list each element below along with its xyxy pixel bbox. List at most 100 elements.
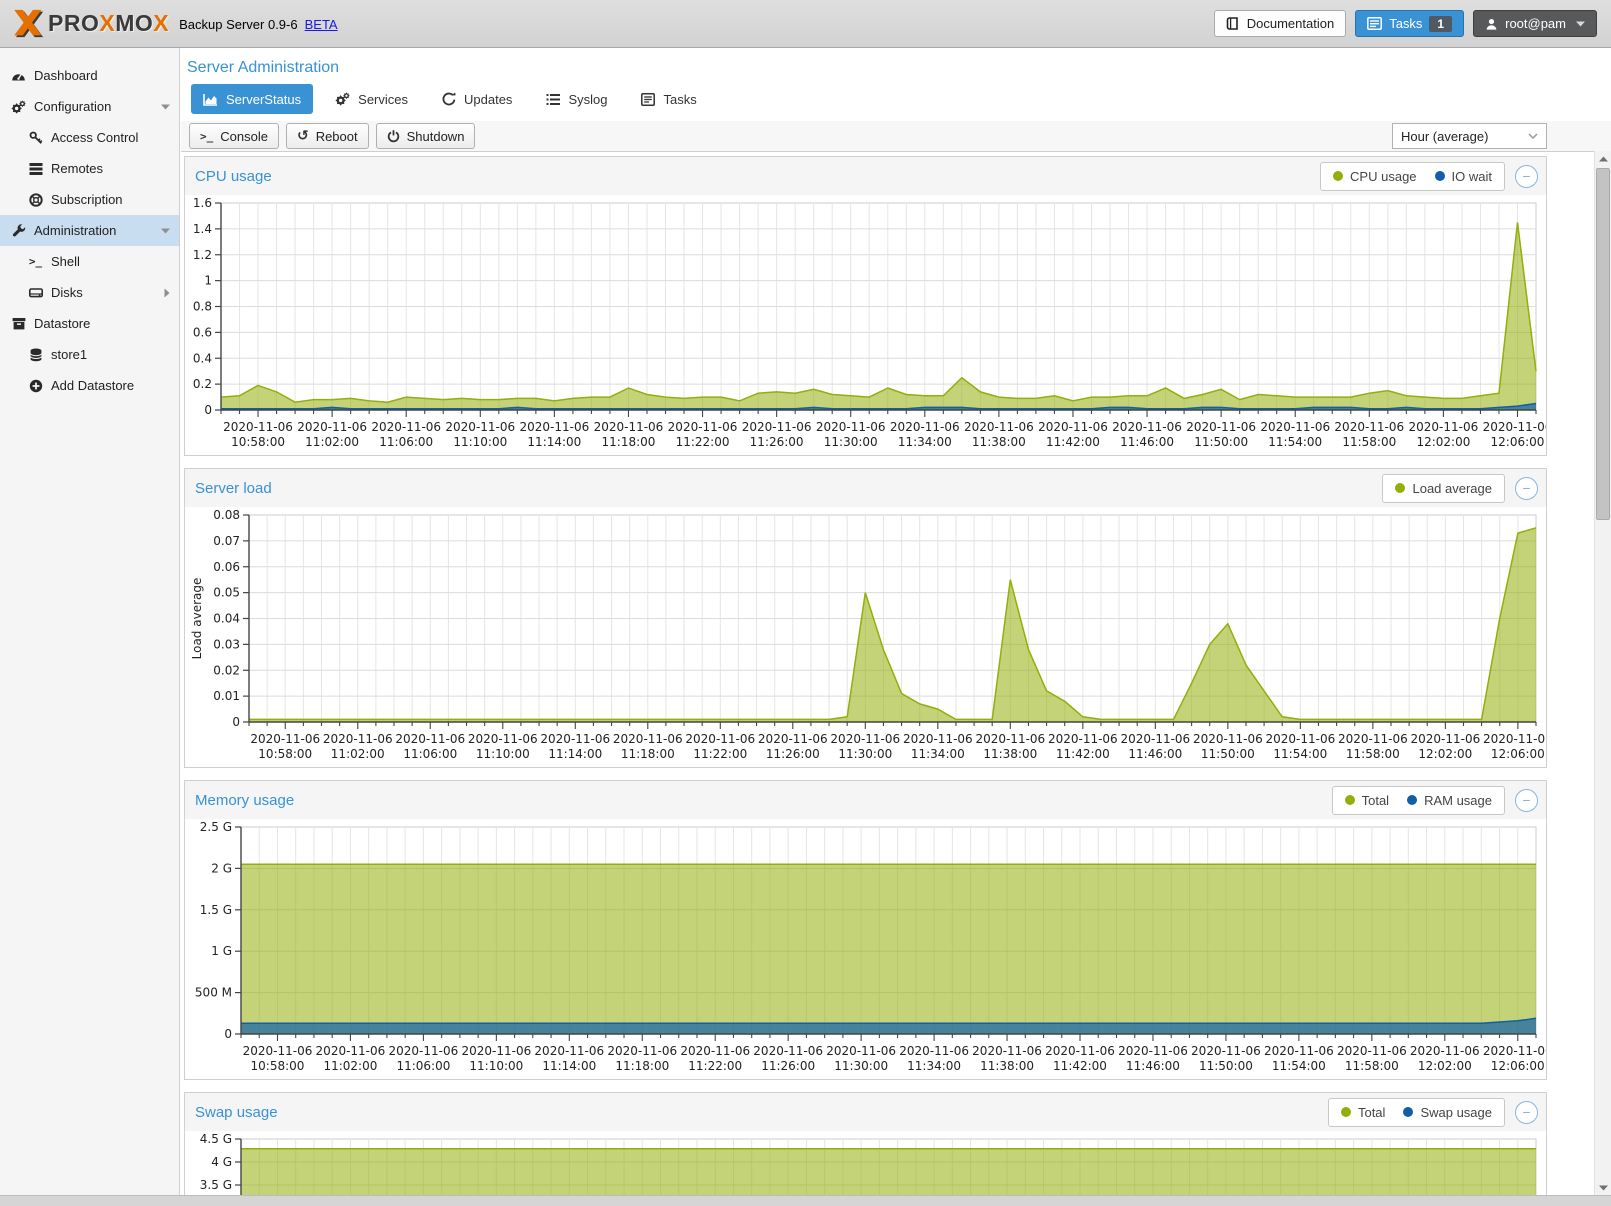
svg-text:11:58:00: 11:58:00: [1346, 747, 1400, 761]
legend-label: Load average: [1412, 481, 1492, 496]
svg-text:11:18:00: 11:18:00: [615, 1059, 669, 1073]
panel-cpu: CPU usageCPU usageIO wait−00.20.40.60.81…: [184, 156, 1547, 456]
panel-title: Swap usage: [195, 1104, 1328, 1121]
legend-item-swap-usage[interactable]: Swap usage: [1403, 1105, 1492, 1120]
svg-text:11:50:00: 11:50:00: [1194, 435, 1248, 449]
sidebar-item-subscription[interactable]: Subscription: [0, 184, 179, 215]
svg-text:2020-11-06: 2020-11-06: [1112, 420, 1182, 434]
shutdown-button[interactable]: Shutdown: [376, 123, 476, 149]
svg-text:11:38:00: 11:38:00: [972, 435, 1026, 449]
svg-text:12:02:00: 12:02:00: [1418, 747, 1472, 761]
svg-text:2020-11-06: 2020-11-06: [680, 1044, 750, 1058]
svg-text:11:38:00: 11:38:00: [980, 1059, 1034, 1073]
database-icon: [27, 348, 44, 362]
collapse-panel-button[interactable]: −: [1515, 165, 1538, 188]
vertical-scrollbar[interactable]: [1594, 151, 1611, 1196]
svg-text:0.6: 0.6: [193, 325, 212, 339]
svg-text:11:34:00: 11:34:00: [911, 747, 965, 761]
sidebar-item-datastore[interactable]: Datastore: [0, 308, 179, 339]
sidebar-item-configuration[interactable]: Configuration: [0, 91, 179, 122]
user-menu-button[interactable]: root@pam: [1473, 10, 1597, 37]
svg-text:2020-11-06: 2020-11-06: [1120, 732, 1190, 746]
legend-label: Total: [1358, 1105, 1385, 1120]
sidebar-item-label: Access Control: [51, 130, 138, 145]
sidebar-item-disks[interactable]: Disks: [0, 277, 179, 308]
sidebar-item-label: Shell: [51, 254, 80, 269]
legend-label: RAM usage: [1424, 793, 1492, 808]
legend-item-ram-usage[interactable]: RAM usage: [1407, 793, 1492, 808]
svg-text:1 G: 1 G: [211, 944, 232, 958]
tab-serverstatus[interactable]: ServerStatus: [191, 84, 313, 114]
scroll-up-arrow[interactable]: [1595, 151, 1611, 167]
svg-text:1.2: 1.2: [193, 248, 212, 262]
legend-label: Swap usage: [1420, 1105, 1492, 1120]
svg-text:3.5 G: 3.5 G: [200, 1178, 232, 1192]
console-button[interactable]: >_Console: [189, 123, 279, 149]
scrollbar-thumb[interactable]: [1596, 168, 1610, 520]
sidebar-item-dashboard[interactable]: Dashboard: [0, 60, 179, 91]
book-icon: [1226, 17, 1240, 31]
sidebar-item-label: Configuration: [34, 99, 111, 114]
panel-memory: Memory usageTotalRAM usage−0500 M1 G1.5 …: [184, 780, 1547, 1080]
timeframe-select[interactable]: Hour (average): [1392, 123, 1547, 149]
sidebar-item-shell[interactable]: >_ Shell: [0, 246, 179, 277]
sidebar-item-store1[interactable]: store1: [0, 339, 179, 370]
legend-item-cpu-usage[interactable]: CPU usage: [1333, 169, 1416, 184]
svg-text:10:58:00: 10:58:00: [251, 1059, 305, 1073]
sidebar-item-remotes[interactable]: Remotes: [0, 153, 179, 184]
svg-text:11:34:00: 11:34:00: [898, 435, 952, 449]
svg-text:11:50:00: 11:50:00: [1199, 1059, 1253, 1073]
panel-body: 00.20.40.60.811.21.41.62020-11-0610:58:0…: [185, 195, 1546, 455]
legend-item-total[interactable]: Total: [1341, 1105, 1385, 1120]
legend-item-total[interactable]: Total: [1345, 793, 1389, 808]
tab-label: Syslog: [568, 92, 607, 107]
svg-text:11:02:00: 11:02:00: [323, 1059, 377, 1073]
svg-text:0.02: 0.02: [213, 663, 240, 677]
tab-syslog[interactable]: Syslog: [534, 84, 619, 114]
tasks-button[interactable]: Tasks 1: [1355, 10, 1464, 37]
svg-text:12:02:00: 12:02:00: [1416, 435, 1470, 449]
collapse-panel-button[interactable]: −: [1515, 477, 1538, 500]
sidebar-item-label: Add Datastore: [51, 378, 134, 393]
scroll-down-arrow[interactable]: [1595, 1180, 1611, 1196]
svg-text:2020-11-06: 2020-11-06: [1048, 732, 1118, 746]
svg-text:0.05: 0.05: [213, 586, 240, 600]
tab-tasks[interactable]: Tasks: [629, 84, 708, 114]
power-icon: [387, 129, 400, 143]
svg-text:2020-11-06: 2020-11-06: [903, 732, 973, 746]
task-list-icon: [1367, 17, 1382, 30]
svg-text:2020-11-06: 2020-11-06: [1260, 420, 1330, 434]
legend-item-load-average[interactable]: Load average: [1395, 481, 1492, 496]
sidebar-item-add-datastore[interactable]: Add Datastore: [0, 370, 179, 401]
refresh-icon: [442, 92, 456, 106]
page-title: Server Administration: [187, 60, 1611, 76]
legend-item-io-wait[interactable]: IO wait: [1435, 169, 1492, 184]
svg-text:2 G: 2 G: [211, 861, 232, 875]
beta-link[interactable]: BETA: [305, 17, 338, 32]
bottom-window-strip: [0, 1195, 1611, 1206]
proxmox-x-icon: [10, 8, 44, 39]
documentation-button[interactable]: Documentation: [1214, 10, 1346, 37]
legend-memory: Total RAM usage: [1332, 786, 1505, 815]
collapse-panel-button[interactable]: −: [1515, 789, 1538, 812]
svg-text:2020-11-06: 2020-11-06: [445, 420, 515, 434]
tab-bar: ServerStatus Services Updates Syslog Tasks: [191, 84, 1611, 114]
tab-services[interactable]: Services: [323, 84, 420, 114]
reboot-button[interactable]: ↺Reboot: [286, 123, 369, 149]
svg-text:2020-11-06: 2020-11-06: [890, 420, 960, 434]
tab-updates[interactable]: Updates: [430, 84, 524, 114]
sidebar-item-administration[interactable]: Administration: [0, 215, 179, 246]
charts-area: CPU usageCPU usageIO wait−00.20.40.60.81…: [181, 152, 1547, 1196]
sidebar-item-label: store1: [51, 347, 87, 362]
sidebar-item-label: Administration: [34, 223, 116, 238]
svg-text:0.06: 0.06: [213, 560, 240, 574]
svg-text:2020-11-06: 2020-11-06: [1483, 1044, 1546, 1058]
svg-text:1.5 G: 1.5 G: [200, 903, 232, 917]
sidebar-item-access-control[interactable]: Access Control: [0, 122, 179, 153]
svg-text:2020-11-06: 2020-11-06: [316, 1044, 386, 1058]
collapse-panel-button[interactable]: −: [1515, 1101, 1538, 1124]
terminal-icon: >_: [27, 255, 44, 268]
cpu-chart: 00.20.40.60.811.21.41.62020-11-0610:58:0…: [185, 195, 1546, 455]
svg-text:2020-11-06: 2020-11-06: [1338, 732, 1408, 746]
tasks-count-badge: 1: [1429, 16, 1452, 32]
